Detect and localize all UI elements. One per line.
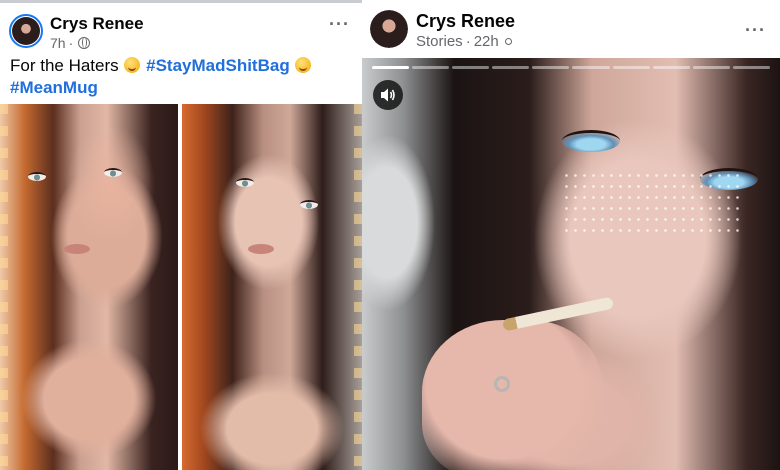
story-progress-segment — [572, 66, 610, 69]
story-media[interactable] — [362, 58, 780, 470]
story-author-avatar[interactable] — [370, 10, 408, 48]
zany-face-emoji-icon — [295, 57, 312, 73]
ring — [494, 376, 510, 392]
film-border — [354, 104, 362, 470]
author-name[interactable]: Crys Renee — [50, 14, 144, 34]
post-caption: For the Haters #StayMadShitBag #MeanMug — [10, 55, 355, 99]
speaker-icon — [381, 88, 395, 102]
sound-toggle-button[interactable] — [373, 80, 403, 110]
story-author-name[interactable]: Crys Renee — [416, 11, 515, 32]
glitter-eye — [562, 130, 620, 152]
story-progress-segment — [492, 66, 530, 69]
eye — [104, 168, 122, 177]
story-progress-segment — [612, 66, 650, 69]
lips — [248, 244, 274, 254]
story-progress-segment — [732, 66, 770, 69]
hand — [422, 320, 602, 470]
caption-text: For the Haters — [10, 56, 119, 75]
friends-icon — [504, 38, 512, 45]
film-border — [0, 104, 8, 470]
story-meta: Stories · 22h — [416, 33, 512, 50]
winking-kiss-emoji-icon — [124, 57, 141, 73]
glitter-sparkles — [562, 170, 742, 240]
story-progress-segment — [692, 66, 730, 69]
avatar-image — [12, 17, 40, 45]
more-options-button[interactable]: ··· — [329, 14, 350, 35]
story-time: 22h — [473, 33, 499, 50]
hashtag-link[interactable]: #MeanMug — [10, 78, 98, 97]
eye — [236, 178, 254, 187]
post-header: Crys Renee 7h · ··· — [0, 3, 362, 57]
eye — [28, 172, 46, 181]
story-progress-segment — [452, 66, 490, 69]
post-time[interactable]: 7h — [50, 35, 66, 51]
story-source: Stories — [416, 33, 463, 50]
avatar-image — [370, 10, 408, 48]
story-more-options-button[interactable]: ··· — [745, 20, 766, 41]
story-viewer: Crys Renee Stories · 22h ··· — [362, 0, 780, 470]
lips — [64, 244, 90, 254]
story-progress-bar — [372, 66, 770, 69]
story-progress-segment — [532, 66, 570, 69]
story-progress-segment — [652, 66, 690, 69]
story-header: Crys Renee Stories · 22h ··· — [362, 0, 780, 58]
story-progress-segment — [372, 66, 410, 69]
author-avatar[interactable] — [9, 14, 43, 48]
story-progress-segment — [412, 66, 450, 69]
post-photo-1[interactable] — [0, 104, 178, 470]
globe-icon — [78, 37, 91, 49]
post-meta: 7h · — [50, 35, 91, 51]
post-photo-2[interactable] — [182, 104, 362, 470]
eye — [300, 200, 318, 209]
hashtag-link[interactable]: #StayMadShitBag — [146, 56, 290, 75]
feed-post: Crys Renee 7h · ··· For the Haters #Stay… — [0, 0, 362, 470]
